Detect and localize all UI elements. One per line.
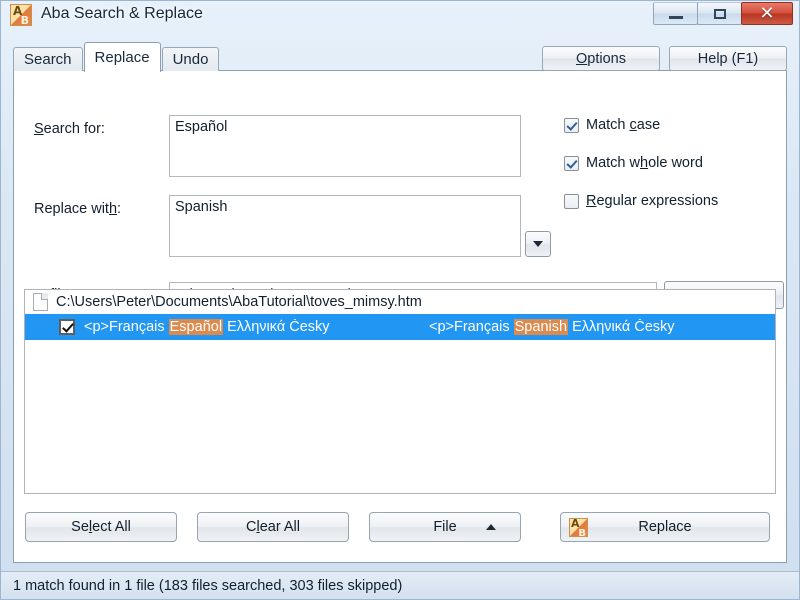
replace-with-label-colon: : xyxy=(117,201,122,217)
maximize-button[interactable] xyxy=(697,2,742,25)
match-case-accel-char: c xyxy=(629,117,637,133)
maximize-icon xyxy=(713,8,726,19)
regular-expressions-label-post: egular expressions xyxy=(596,193,719,209)
match-case-checkbox[interactable]: Match case xyxy=(564,117,660,133)
replace-with-label: Replace with: xyxy=(34,201,121,217)
application-window: A B Aba Search & Replace ✕ Search Replac… xyxy=(0,0,800,600)
file-icon xyxy=(33,293,48,311)
options-label-text: ptions xyxy=(587,50,626,67)
match-case-label-post: ase xyxy=(636,117,661,133)
checkbox-box xyxy=(564,155,579,171)
replace-label: Replace xyxy=(638,519,692,535)
file-menu-button[interactable]: File xyxy=(369,512,521,542)
minimize-icon xyxy=(668,15,683,19)
results-list[interactable]: C:\Users\Peter\Documents\AbaTutorial\tov… xyxy=(24,289,776,494)
file-menu-label: File xyxy=(433,519,457,535)
tab-search[interactable]: Search xyxy=(13,47,83,71)
icon-letter-b: B xyxy=(578,528,586,539)
tab-replace[interactable]: Replace xyxy=(83,42,161,72)
history-dropdown-button[interactable] xyxy=(525,231,551,257)
match-whole-word-label-post: ole word xyxy=(648,155,703,171)
chevron-down-icon xyxy=(533,241,543,247)
ab-replace-icon: A B xyxy=(569,517,588,539)
result-match-checkbox[interactable] xyxy=(59,319,75,335)
tab-undo[interactable]: Undo xyxy=(161,47,220,71)
select-all-label-pre: Se xyxy=(71,519,89,535)
select-all-label-post: ect All xyxy=(92,519,131,535)
match-whole-word-accel-char: h xyxy=(640,155,649,171)
search-for-label: Search for: xyxy=(34,121,105,137)
options-button[interactable]: Options xyxy=(542,46,660,71)
select-all-label: Select All xyxy=(71,519,131,535)
match-before-text: <p>Français Español Ελληνικά Česky xyxy=(84,319,429,335)
match-case-label: Match case xyxy=(586,117,660,133)
tab-strip: Search Replace Undo Options Help (F1) xyxy=(13,42,787,72)
regular-expressions-accel-char: R xyxy=(586,193,597,209)
clear-all-label: Clear All xyxy=(246,519,300,535)
status-text: 1 match found in 1 file (183 files searc… xyxy=(13,577,403,594)
match-whole-word-label: Match whole word xyxy=(586,155,703,171)
match-before-prefix: <p>Français xyxy=(84,319,169,335)
clear-all-label-pre: C xyxy=(245,519,257,535)
result-file-path: C:\Users\Peter\Documents\AbaTutorial\tov… xyxy=(56,294,422,310)
result-match-row[interactable]: <p>Français Español Ελληνικά Česky <p>Fr… xyxy=(25,314,775,340)
regular-expressions-checkbox[interactable]: Regular expressions xyxy=(564,193,718,209)
close-icon: ✕ xyxy=(759,2,775,24)
match-before-highlight: Español xyxy=(168,319,224,335)
replace-button[interactable]: A B Replace xyxy=(560,512,770,542)
regular-expressions-label: Regular expressions xyxy=(586,193,718,209)
replace-tab-panel: Search for: Español Replace with: Spanis… xyxy=(13,70,787,563)
match-after-text: <p>Français Spanish Ελληνικά Česky xyxy=(429,319,775,335)
icon-letter-b: B xyxy=(20,14,29,27)
options-label: Options xyxy=(576,51,626,67)
match-after-prefix: <p>Français xyxy=(429,319,514,335)
match-before-suffix: Ελληνικά Česky xyxy=(223,319,330,335)
window-title: Aba Search & Replace xyxy=(41,5,203,22)
match-after-suffix: Ελληνικά Česky xyxy=(568,319,675,335)
clear-all-label-post: ear All xyxy=(259,519,301,535)
checkbox-box xyxy=(564,193,579,209)
help-label: Help (F1) xyxy=(697,50,759,67)
options-accel-char: O xyxy=(576,50,588,67)
title-bar: A B Aba Search & Replace ✕ xyxy=(1,1,799,31)
client-area: Search Replace Undo Options Help (F1) Se… xyxy=(1,31,799,571)
chevron-up-icon xyxy=(486,524,496,530)
checkbox-box xyxy=(564,117,579,133)
select-all-button[interactable]: Select All xyxy=(25,512,177,542)
result-file-row[interactable]: C:\Users\Peter\Documents\AbaTutorial\tov… xyxy=(25,290,775,314)
minimize-button[interactable] xyxy=(653,2,698,25)
close-button[interactable]: ✕ xyxy=(741,2,793,25)
replace-with-accel-char: h xyxy=(108,201,118,217)
match-whole-word-label-pre: Match w xyxy=(586,155,640,171)
match-whole-word-checkbox[interactable]: Match whole word xyxy=(564,155,703,171)
search-for-label-text: earch for: xyxy=(43,121,105,137)
search-for-accel-char: S xyxy=(34,121,44,137)
caption-buttons: ✕ xyxy=(653,2,793,25)
clear-all-button[interactable]: Clear All xyxy=(197,512,349,542)
match-after-highlight: Spanish xyxy=(513,319,569,335)
status-bar: 1 match found in 1 file (183 files searc… xyxy=(1,571,799,599)
replace-with-label-text: Replace wit xyxy=(34,201,109,217)
ab-replace-icon: A B xyxy=(10,4,32,27)
search-for-input[interactable]: Español xyxy=(169,115,521,177)
match-case-label-pre: Match xyxy=(586,117,630,133)
help-button[interactable]: Help (F1) xyxy=(669,46,787,71)
replace-with-input[interactable]: Spanish xyxy=(169,195,521,257)
